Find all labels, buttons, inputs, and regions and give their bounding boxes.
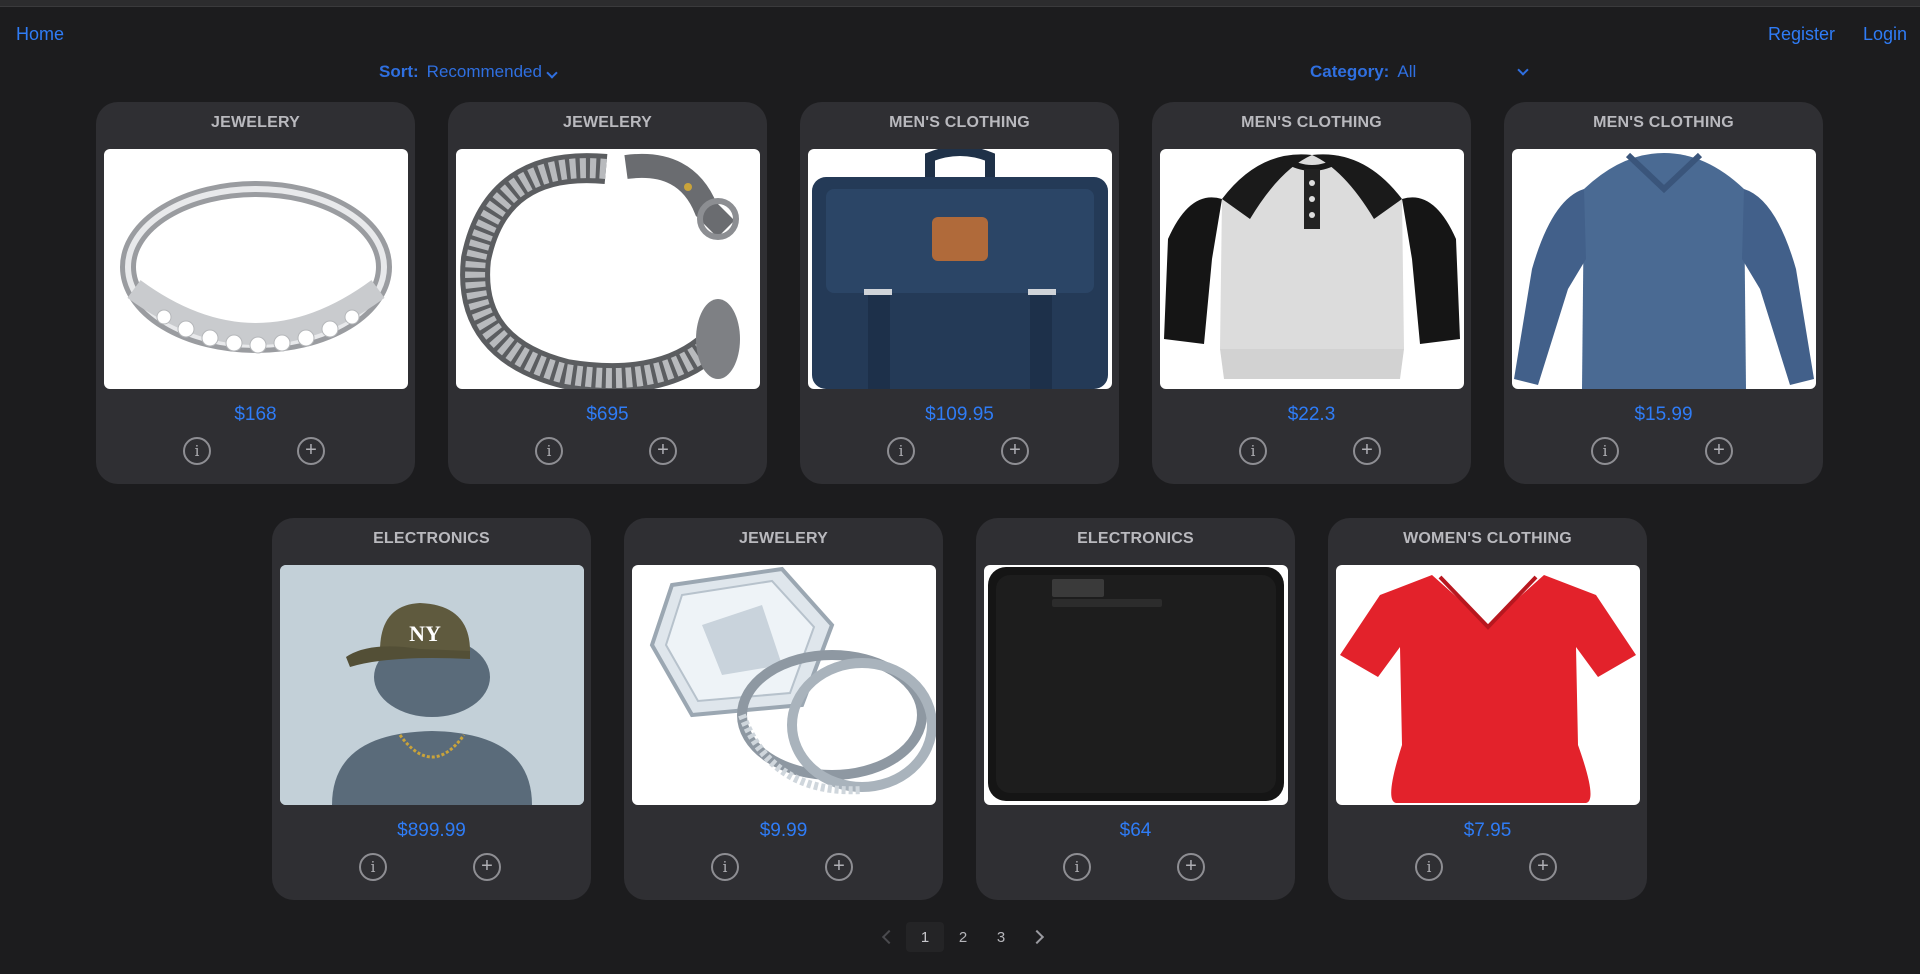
plus-icon: +: [657, 439, 669, 461]
info-button[interactable]: i: [1415, 853, 1443, 881]
product-category: JEWELERY: [562, 114, 653, 131]
page-button-1[interactable]: 1: [906, 922, 944, 952]
product-category: MEN'S CLOTHING: [889, 114, 1030, 131]
product-price: $695: [586, 404, 629, 425]
info-icon: i: [546, 442, 552, 460]
category-select[interactable]: All: [1397, 62, 1530, 82]
page-button-3[interactable]: 3: [982, 922, 1020, 952]
product-image-blue-longsleeve-tee[interactable]: [1512, 149, 1816, 389]
product-category: JEWELERY: [210, 114, 301, 131]
info-icon: i: [1250, 442, 1256, 460]
svg-text:NY: NY: [409, 621, 441, 646]
next-page-button[interactable]: [1020, 922, 1058, 952]
category-value: All: [1397, 62, 1417, 81]
plus-icon: +: [1713, 439, 1725, 461]
info-button[interactable]: i: [1591, 437, 1619, 465]
info-icon: i: [722, 858, 728, 876]
product-price: $7.95: [1463, 820, 1512, 841]
chevron-right-icon: [1029, 929, 1045, 945]
plus-icon: +: [481, 855, 493, 877]
info-icon: i: [1426, 858, 1432, 876]
product-category: MEN'S CLOTHING: [1593, 114, 1734, 131]
info-button[interactable]: i: [183, 437, 211, 465]
plus-icon: +: [833, 855, 845, 877]
product-category: JEWELERY: [738, 530, 829, 547]
product-image-silver-ring[interactable]: [104, 149, 408, 389]
product-card[interactable]: MEN'S CLOTHING $15.99 i +: [1504, 102, 1823, 484]
product-price: $64: [1119, 820, 1152, 841]
product-category: WOMEN'S CLOTHING: [1403, 530, 1572, 547]
product-image-dragon-bracelet[interactable]: [456, 149, 760, 389]
plus-icon: +: [1185, 855, 1197, 877]
add-to-cart-button[interactable]: +: [1353, 437, 1381, 465]
info-icon: i: [1074, 858, 1080, 876]
add-to-cart-button[interactable]: +: [297, 437, 325, 465]
info-button[interactable]: i: [711, 853, 739, 881]
window-top-bar: [0, 0, 1920, 7]
product-price: $109.95: [925, 404, 994, 425]
register-link[interactable]: Register: [1768, 24, 1835, 45]
plus-icon: +: [305, 439, 317, 461]
info-icon: i: [194, 442, 200, 460]
chevron-down-icon: [546, 67, 558, 79]
product-image-cap-and-chain-avatar[interactable]: NY: [280, 565, 584, 805]
info-button[interactable]: i: [1239, 437, 1267, 465]
chevron-down-icon: [1517, 64, 1530, 76]
product-card[interactable]: ELECTRONICS $64 i +: [976, 518, 1295, 900]
add-to-cart-button[interactable]: +: [825, 853, 853, 881]
product-category: ELECTRONICS: [373, 530, 490, 547]
product-price: $899.99: [397, 820, 466, 841]
add-to-cart-button[interactable]: +: [649, 437, 677, 465]
product-card[interactable]: MEN'S CLOTHING $109.95 i +: [800, 102, 1119, 484]
add-to-cart-button[interactable]: +: [473, 853, 501, 881]
product-image-raglan-henley-shirt[interactable]: [1160, 149, 1464, 389]
add-to-cart-button[interactable]: +: [1529, 853, 1557, 881]
product-price: $22.3: [1287, 404, 1336, 425]
page-button-2[interactable]: 2: [944, 922, 982, 952]
product-card[interactable]: JEWELERY $9.99 i +: [624, 518, 943, 900]
plus-icon: +: [1361, 439, 1373, 461]
plus-icon: +: [1009, 439, 1021, 461]
product-card[interactable]: ELECTRONICS NY $899.99 i +: [272, 518, 591, 900]
chevron-left-icon: [881, 929, 897, 945]
info-button[interactable]: i: [1063, 853, 1091, 881]
product-price: $9.99: [759, 820, 808, 841]
info-icon: i: [898, 442, 904, 460]
sort-value: Recommended: [426, 62, 542, 81]
pagination: 1 2 3: [868, 922, 1058, 952]
product-card[interactable]: JEWELERY $695 i +: [448, 102, 767, 484]
plus-icon: +: [1537, 855, 1549, 877]
add-to-cart-button[interactable]: +: [1001, 437, 1029, 465]
add-to-cart-button[interactable]: +: [1705, 437, 1733, 465]
product-category: ELECTRONICS: [1077, 530, 1194, 547]
info-icon: i: [1602, 442, 1608, 460]
category-filter: Category: All: [1310, 62, 1530, 82]
product-price: $168: [234, 404, 277, 425]
info-button[interactable]: i: [535, 437, 563, 465]
product-price: $15.99: [1634, 404, 1693, 425]
info-icon: i: [370, 858, 376, 876]
home-link[interactable]: Home: [16, 24, 64, 45]
product-category: MEN'S CLOTHING: [1241, 114, 1382, 131]
sort-filter: Sort: Recommended: [379, 62, 558, 82]
info-button[interactable]: i: [887, 437, 915, 465]
add-to-cart-button[interactable]: +: [1177, 853, 1205, 881]
product-image-navy-backpack[interactable]: [808, 149, 1112, 389]
product-image-red-vneck-tee[interactable]: [1336, 565, 1640, 805]
product-image-diamond-ring-set[interactable]: [632, 565, 936, 805]
sort-label: Sort:: [379, 62, 419, 81]
info-button[interactable]: i: [359, 853, 387, 881]
sort-select[interactable]: Recommended: [426, 62, 558, 82]
product-card[interactable]: JEWELERY $168 i +: [96, 102, 415, 484]
previous-page-button[interactable]: [868, 922, 906, 952]
product-card[interactable]: MEN'S CLOTHING $22.3 i +: [1152, 102, 1471, 484]
category-label: Category:: [1310, 62, 1390, 81]
product-image-black-external-drive[interactable]: [984, 565, 1288, 805]
login-link[interactable]: Login: [1863, 24, 1907, 45]
product-card[interactable]: WOMEN'S CLOTHING $7.95 i +: [1328, 518, 1647, 900]
